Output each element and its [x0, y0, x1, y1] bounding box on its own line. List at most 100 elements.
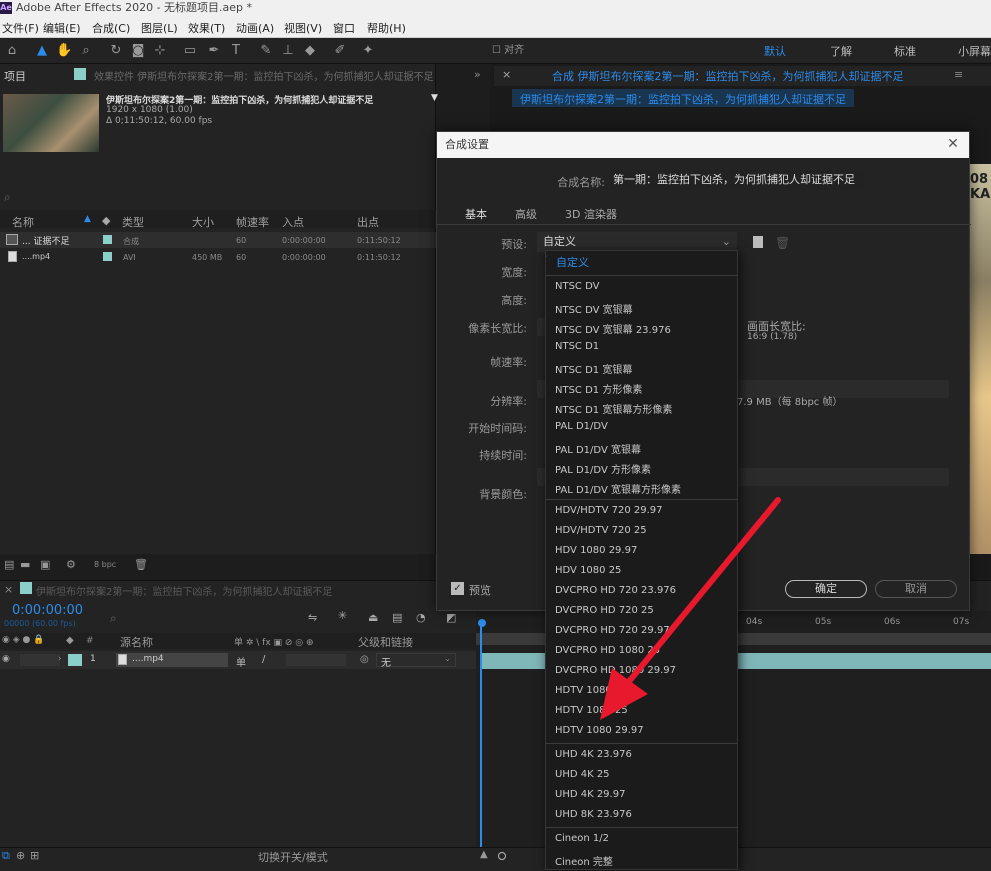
timeline-tab[interactable]: 伊斯坦布尔探案2第一期：监控拍下凶杀，为何抓捕犯人却证据不足 — [36, 583, 332, 598]
dropdown-option[interactable]: UHD 4K 23.976 — [555, 749, 632, 760]
selection-tool-icon[interactable]: ▲ — [34, 43, 50, 59]
expand-layer-icon[interactable]: › — [58, 654, 62, 664]
menu-layer[interactable]: 图层(L) — [141, 20, 178, 36]
dropdown-option[interactable]: NTSC DV 宽银幕 — [555, 301, 633, 316]
col-parent[interactable]: 父级和链接 — [358, 634, 413, 650]
project-tab[interactable]: 项目 — [4, 68, 26, 84]
col-type[interactable]: 类型 — [122, 214, 144, 230]
timeline-search-icon[interactable]: ⌕ — [110, 611, 117, 626]
save-preset-icon[interactable] — [753, 236, 763, 248]
hand-tool-icon[interactable]: ✋ — [56, 43, 72, 59]
dropdown-option[interactable]: Cineon 完整 — [555, 853, 613, 868]
zoom-out-icon[interactable]: ▲ — [480, 849, 488, 860]
timestretch-icon[interactable]: ⊞ — [30, 849, 39, 862]
menu-view[interactable]: 视图(V) — [284, 20, 322, 36]
menu-effect[interactable]: 效果(T) — [188, 20, 225, 36]
close-tab-icon[interactable]: × — [502, 68, 511, 81]
dropdown-option[interactable]: NTSC DV 宽银幕 23.976 — [555, 321, 671, 336]
col-name[interactable]: 名称 — [12, 214, 34, 230]
shy-switch[interactable]: 单 — [236, 654, 246, 669]
motion-blur-icon[interactable]: ◔ — [416, 611, 426, 624]
preview-checkbox[interactable]: ✓ — [451, 582, 464, 595]
comp-name-input[interactable]: 第一期：监控拍下凶杀，为何抓捕犯人却证据不足 — [609, 170, 863, 190]
col-source-name[interactable]: 源名称 — [120, 634, 153, 650]
layer-row[interactable]: ◉ › 1 ....mp4 单 / ◎ 无 ⌄ — [0, 651, 476, 669]
dropdown-option[interactable]: NTSC D1 宽银幕方形像素 — [555, 401, 672, 416]
dropdown-option[interactable]: NTSC DV — [555, 281, 599, 292]
delete-preset-icon[interactable]: 🗑 — [775, 236, 790, 250]
dropdown-option[interactable]: DVCPRO HD 720 23.976 — [555, 585, 676, 596]
dropdown-option[interactable]: HDV/HDTV 720 25 — [555, 525, 647, 536]
menu-edit[interactable]: 编辑(E) — [43, 20, 81, 36]
dropdown-option[interactable]: UHD 4K 29.97 — [555, 789, 625, 800]
puppet-tool-icon[interactable]: ✦ — [360, 43, 376, 59]
bpc-label[interactable]: 8 bpc — [94, 560, 116, 569]
table-row[interactable]: ... 证据不足 合成 60 0:00:00:00 0:11:50:12 — [0, 232, 436, 248]
workspace-small-screen[interactable]: 小屏幕 — [958, 43, 991, 59]
dropdown-option[interactable]: PAL D1/DV — [555, 421, 608, 432]
interpret-footage-icon[interactable]: ▤ — [4, 558, 14, 571]
camera-tool-icon[interactable]: ◙ — [130, 43, 146, 59]
comp-flowchart-icon[interactable]: ⇋ — [308, 611, 317, 624]
dropdown-option[interactable]: NTSC D1 方形像素 — [555, 381, 642, 396]
visibility-eye-icon[interactable]: ◉ — [2, 654, 10, 664]
zoom-tool-icon[interactable]: ⌕ — [78, 43, 94, 59]
dropdown-option[interactable]: DVCPRO HD 1080 25 — [555, 645, 660, 656]
comp-dropdown-icon[interactable]: ▼ — [431, 93, 438, 103]
pen-tool-icon[interactable]: ✒ — [206, 43, 222, 59]
dropdown-option[interactable]: DVCPRO HD 720 29.97 — [555, 625, 670, 636]
frame-blending-icon[interactable]: ▤ — [392, 611, 402, 624]
workspace-standard[interactable]: 标准 — [894, 43, 916, 59]
expand-icon[interactable]: » — [474, 68, 481, 81]
dropdown-option[interactable]: HDV 1080 25 — [555, 565, 621, 576]
timecode[interactable]: 0:00:00:00 — [12, 603, 83, 618]
close-tab-icon[interactable]: × — [4, 583, 13, 596]
rotate-tool-icon[interactable]: ↻ — [108, 43, 124, 59]
menu-animation[interactable]: 动画(A) — [236, 20, 274, 36]
search-icon[interactable]: ⌕ — [4, 190, 11, 205]
dropdown-option[interactable]: PAL D1/DV 宽银幕方形像素 — [555, 481, 681, 496]
cancel-button[interactable]: 取消 — [875, 580, 957, 598]
dropdown-option[interactable]: NTSC D1 宽银幕 — [555, 361, 632, 376]
clone-stamp-tool-icon[interactable]: ⊥ — [280, 43, 296, 59]
dropdown-option[interactable]: HDTV 1080 29.97 — [555, 725, 644, 736]
panel-menu-icon[interactable]: ≡ — [954, 68, 963, 81]
close-icon[interactable]: ✕ — [945, 136, 961, 152]
comp-breadcrumb[interactable]: 伊斯坦布尔探案2第一期：监控拍下凶杀，为何抓捕犯人却证据不足 — [512, 89, 854, 107]
dropdown-option[interactable]: NTSC D1 — [555, 341, 599, 352]
col-out[interactable]: 出点 — [357, 214, 379, 230]
playhead[interactable] — [480, 621, 482, 861]
home-icon[interactable]: ⌂ — [4, 43, 20, 59]
table-row[interactable]: ....mp4 AVI 450 MB 60 0:00:00:00 0:11:50… — [0, 249, 436, 265]
dropdown-selected-item[interactable]: ✓ 自定义 — [546, 251, 737, 271]
workspace-learn[interactable]: 了解 — [830, 43, 852, 59]
graph-editor-icon[interactable]: ◩ — [446, 611, 456, 624]
dropdown-option[interactable]: PAL D1/DV 宽银幕 — [555, 441, 641, 456]
roto-brush-tool-icon[interactable]: ✐ — [332, 43, 348, 59]
dropdown-option[interactable]: PAL D1/DV 方形像素 — [555, 461, 651, 476]
layer-switches-toggle-icon[interactable]: ⧉ — [2, 849, 10, 863]
preset-select[interactable]: 自定义 ⌄ — [537, 232, 737, 252]
trash-icon[interactable]: 🗑 — [134, 558, 148, 571]
toggle-switches-modes[interactable]: 切换开关/模式 — [258, 849, 328, 865]
type-tool-icon[interactable]: T — [228, 43, 244, 59]
dropdown-option[interactable]: UHD 4K 25 — [555, 769, 610, 780]
transfer-controls-icon[interactable]: ⊕ — [16, 849, 25, 862]
draft-3d-icon[interactable]: ✳ — [338, 609, 347, 622]
zoom-slider-handle[interactable] — [498, 852, 506, 860]
new-comp-icon[interactable]: ▣ — [40, 558, 50, 571]
viewer-tab[interactable]: 合成 伊斯坦布尔探案2第一期：监控拍下凶杀，为何抓捕犯人却证据不足 — [552, 68, 904, 84]
tab-3d-renderer[interactable]: 3D 渲染器 — [565, 206, 617, 222]
dropdown-option[interactable]: UHD 8K 23.976 — [555, 809, 632, 820]
settings-icon[interactable]: ⚙ — [66, 558, 76, 571]
dropdown-option[interactable]: Cineon 1/2 — [555, 833, 609, 844]
rectangle-tool-icon[interactable]: ▭ — [182, 43, 198, 59]
dropdown-option[interactable]: HDV 1080 29.97 — [555, 545, 637, 556]
dropdown-option[interactable]: HDV/HDTV 720 29.97 — [555, 505, 663, 516]
dropdown-option[interactable]: HDTV 1080 24 — [555, 685, 628, 696]
menu-window[interactable]: 窗口 — [333, 20, 355, 36]
col-in[interactable]: 入点 — [282, 214, 304, 230]
quality-switch[interactable]: / — [262, 654, 265, 665]
new-folder-icon[interactable]: ▬ — [20, 558, 30, 571]
menu-composition[interactable]: 合成(C) — [92, 20, 130, 36]
